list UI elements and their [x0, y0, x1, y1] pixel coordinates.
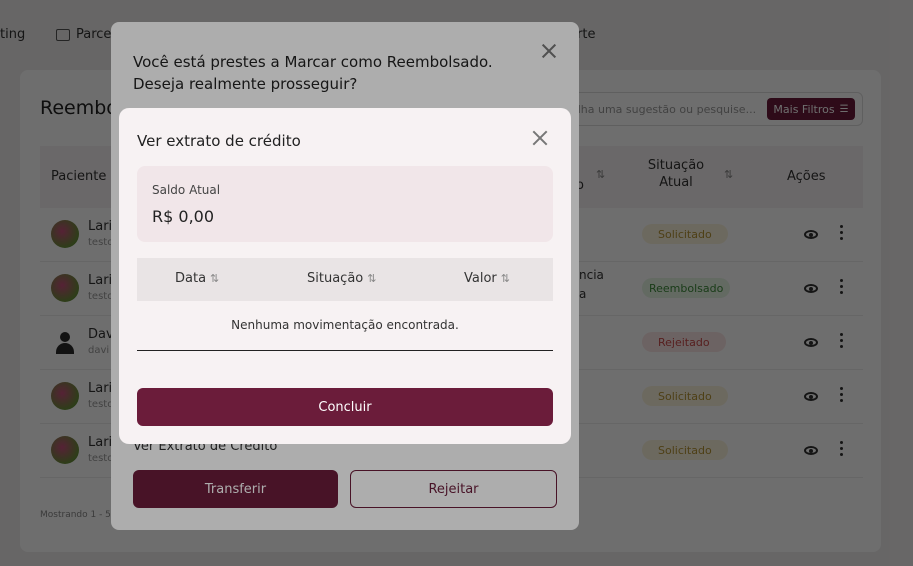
sort-icon: ⇅	[210, 272, 220, 285]
empty-state-row: Nenhuma movimentação encontrada.	[137, 301, 553, 351]
sort-icon: ⇅	[500, 272, 510, 285]
statement-table-header: Data ⇅ Situação ⇅ Valor ⇅	[137, 258, 553, 301]
column-value[interactable]: Valor ⇅	[464, 271, 510, 286]
credit-statement-modal: Ver extrato de crédito Saldo Atual R$ 0,…	[119, 108, 571, 444]
column-status-label: Situação	[307, 271, 364, 286]
close-icon[interactable]	[532, 130, 548, 146]
modal-title: Ver extrato de crédito	[137, 132, 301, 150]
empty-message: Nenhuma movimentação encontrada.	[231, 318, 459, 332]
column-status[interactable]: Situação ⇅	[307, 271, 376, 286]
sort-icon: ⇅	[367, 272, 377, 285]
column-date-label: Data	[175, 271, 207, 286]
column-value-label: Valor	[464, 271, 497, 286]
balance-value: R$ 0,00	[152, 207, 215, 226]
balance-label: Saldo Atual	[152, 183, 221, 197]
column-date[interactable]: Data ⇅	[175, 271, 219, 286]
balance-card: Saldo Atual R$ 0,00	[137, 166, 553, 242]
conclude-button[interactable]: Concluir	[137, 388, 553, 426]
